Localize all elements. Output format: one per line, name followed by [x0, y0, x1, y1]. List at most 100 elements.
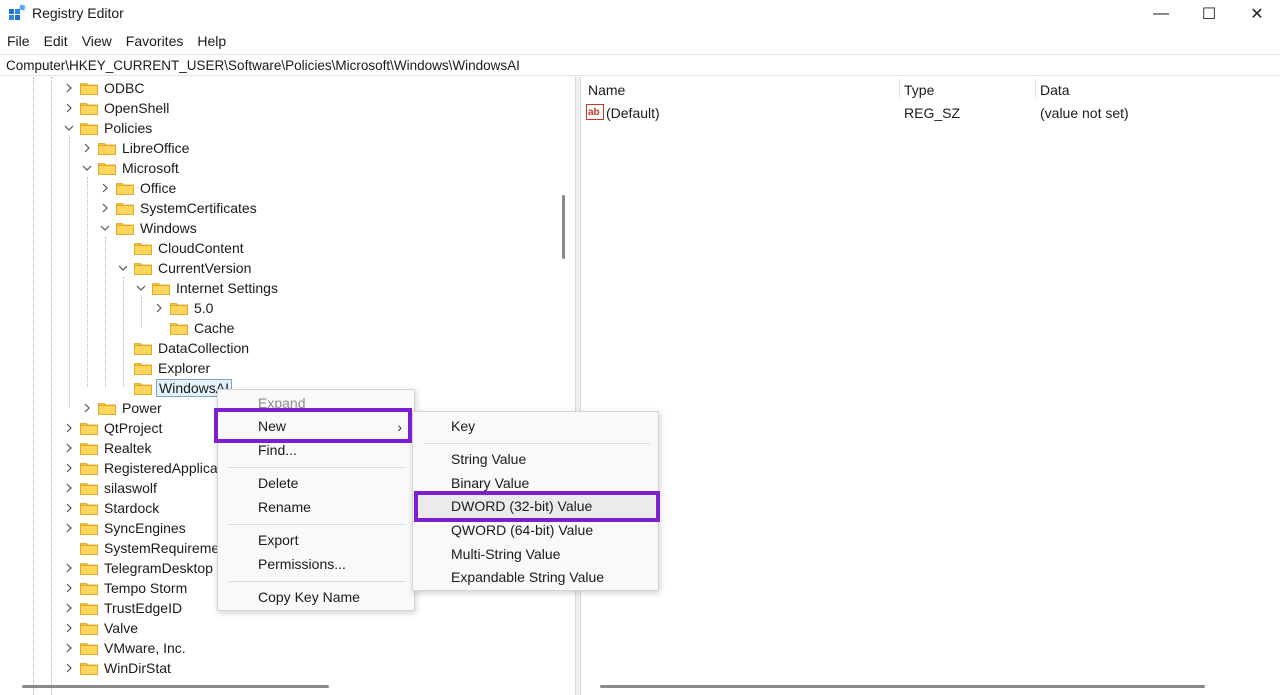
tree-node-systemcertificates[interactable]: SystemCertificates: [98, 198, 259, 218]
chevron-right-icon[interactable]: [62, 78, 76, 98]
chevron-right-icon[interactable]: [80, 398, 94, 418]
tree-node-realtek[interactable]: Realtek: [62, 438, 153, 458]
chevron-right-icon[interactable]: [62, 498, 76, 518]
chevron-down-icon[interactable]: [98, 218, 112, 238]
column-header-data[interactable]: Data: [1040, 82, 1070, 98]
chevron-right-icon[interactable]: [98, 178, 112, 198]
menu-item-permissions[interactable]: Permissions...: [218, 554, 414, 576]
svg-text:ab: ab: [588, 107, 600, 118]
chevron-right-icon[interactable]: [80, 138, 94, 158]
maximize-button[interactable]: ☐: [1186, 0, 1232, 28]
folder-icon: [98, 401, 116, 415]
chevron-right-icon[interactable]: [62, 598, 76, 618]
chevron-right-icon[interactable]: [62, 638, 76, 658]
column-header-type[interactable]: Type: [904, 82, 934, 98]
tree-node-currentversion[interactable]: CurrentVersion: [116, 258, 253, 278]
tree-node-explorer[interactable]: Explorer: [116, 358, 212, 378]
tree-node-label: OpenShell: [104, 100, 170, 116]
chevron-right-icon[interactable]: [62, 518, 76, 538]
tree-node-datacollection[interactable]: DataCollection: [116, 338, 251, 358]
submenu-item-qword-value[interactable]: QWORD (64-bit) Value: [413, 520, 658, 542]
tree-node-silaswolf[interactable]: silaswolf: [62, 478, 159, 498]
table-row[interactable]: ab (Default) REG_SZ (value not set): [581, 103, 1280, 123]
values-list[interactable]: Name Type Data ab (Default) REG_SZ (valu…: [581, 77, 1280, 695]
tree-node-windows[interactable]: Windows: [98, 218, 199, 238]
chevron-right-icon[interactable]: [62, 98, 76, 118]
registry-editor-icon: [9, 4, 26, 20]
chevron-right-icon[interactable]: [98, 198, 112, 218]
tree-node-label: Office: [140, 180, 177, 196]
tree-horizontal-scrollbar[interactable]: [22, 685, 329, 688]
menu-file[interactable]: File: [0, 30, 37, 52]
menu-edit[interactable]: Edit: [37, 30, 75, 52]
column-header-name[interactable]: Name: [588, 82, 625, 98]
tree-node-stardock[interactable]: Stardock: [62, 498, 161, 518]
tree-vertical-scrollbar[interactable]: [562, 195, 565, 259]
submenu-item-key[interactable]: Key: [413, 416, 658, 438]
tree-connector: [51, 77, 52, 695]
menu-item-export[interactable]: Export: [218, 530, 414, 552]
tree-node-libreoffice[interactable]: LibreOffice: [80, 138, 191, 158]
menu-separator: [228, 467, 406, 468]
address-bar[interactable]: Computer\HKEY_CURRENT_USER\Software\Poli…: [0, 54, 1280, 76]
tree-node-odbc[interactable]: ODBC: [62, 78, 146, 98]
tree-node-windirstat[interactable]: WinDirStat: [62, 658, 173, 678]
tree-node-qtproject[interactable]: QtProject: [62, 418, 164, 438]
menu-favorites[interactable]: Favorites: [119, 30, 191, 52]
menu-item-rename[interactable]: Rename: [218, 497, 414, 519]
minimize-button[interactable]: —: [1138, 0, 1184, 28]
address-path[interactable]: Computer\HKEY_CURRENT_USER\Software\Poli…: [6, 58, 520, 73]
submenu-item-string-value[interactable]: String Value: [413, 449, 658, 471]
list-horizontal-scrollbar[interactable]: [600, 685, 1205, 688]
chevron-down-icon[interactable]: [62, 118, 76, 138]
chevron-right-icon[interactable]: [62, 578, 76, 598]
close-button[interactable]: ✕: [1234, 0, 1280, 28]
tree-node-policies[interactable]: Policies: [62, 118, 154, 138]
submenu-item-multi-string-value[interactable]: Multi-String Value: [413, 544, 658, 566]
folder-icon: [80, 461, 98, 475]
tree-node-label: ODBC: [104, 80, 145, 96]
submenu-item-expandable-string-value[interactable]: Expandable String Value: [413, 567, 658, 589]
chevron-right-icon[interactable]: [62, 478, 76, 498]
tree-node-label: Policies: [104, 120, 153, 136]
menu-item-find[interactable]: Find...: [218, 440, 414, 462]
column-divider[interactable]: [1035, 79, 1036, 99]
tree-node-internet-settings[interactable]: Internet Settings: [134, 278, 280, 298]
menu-item-delete[interactable]: Delete: [218, 473, 414, 495]
tree-node-office[interactable]: Office: [98, 178, 178, 198]
tree-node-valve[interactable]: Valve: [62, 618, 140, 638]
chevron-right-icon[interactable]: [62, 438, 76, 458]
tree-node-label: Power: [122, 400, 162, 416]
tree-node-syncengines[interactable]: SyncEngines: [62, 518, 188, 538]
menu-item-copy-key-name[interactable]: Copy Key Name: [218, 587, 414, 609]
folder-icon: [80, 601, 98, 615]
tree-node-5-0[interactable]: 5.0: [152, 298, 215, 318]
tree-node-vmware-inc[interactable]: VMware, Inc.: [62, 638, 188, 658]
tree-node-tempo-storm[interactable]: Tempo Storm: [62, 578, 189, 598]
tree-node-power[interactable]: Power: [80, 398, 164, 418]
tree-node-label: Cache: [194, 320, 235, 336]
tree-node-windowsai[interactable]: WindowsAI: [116, 378, 233, 398]
chevron-down-icon[interactable]: [116, 258, 130, 278]
tree-node-telegramdesktop[interactable]: TelegramDesktop: [62, 558, 215, 578]
chevron-right-icon[interactable]: [62, 458, 76, 478]
chevron-down-icon[interactable]: [134, 278, 148, 298]
chevron-right-icon[interactable]: [62, 418, 76, 438]
column-divider[interactable]: [899, 79, 900, 99]
tree-node-microsoft[interactable]: Microsoft: [80, 158, 181, 178]
tree-node-cache[interactable]: Cache: [152, 318, 236, 338]
chevron-right-icon[interactable]: [152, 298, 166, 318]
chevron-right-icon[interactable]: [62, 558, 76, 578]
tree-node-openshell[interactable]: OpenShell: [62, 98, 171, 118]
tree-node-trustedgeid[interactable]: TrustEdgeID: [62, 598, 184, 618]
chevron-down-icon[interactable]: [80, 158, 94, 178]
menu-view[interactable]: View: [75, 30, 119, 52]
tree-node-cloudcontent[interactable]: CloudContent: [116, 238, 246, 258]
chevron-right-icon[interactable]: [62, 658, 76, 678]
chevron-right-icon[interactable]: [62, 618, 76, 638]
tree-node-label: 5.0: [194, 300, 214, 316]
menu-help[interactable]: Help: [190, 30, 233, 52]
tree-node-label: DataCollection: [158, 340, 250, 356]
